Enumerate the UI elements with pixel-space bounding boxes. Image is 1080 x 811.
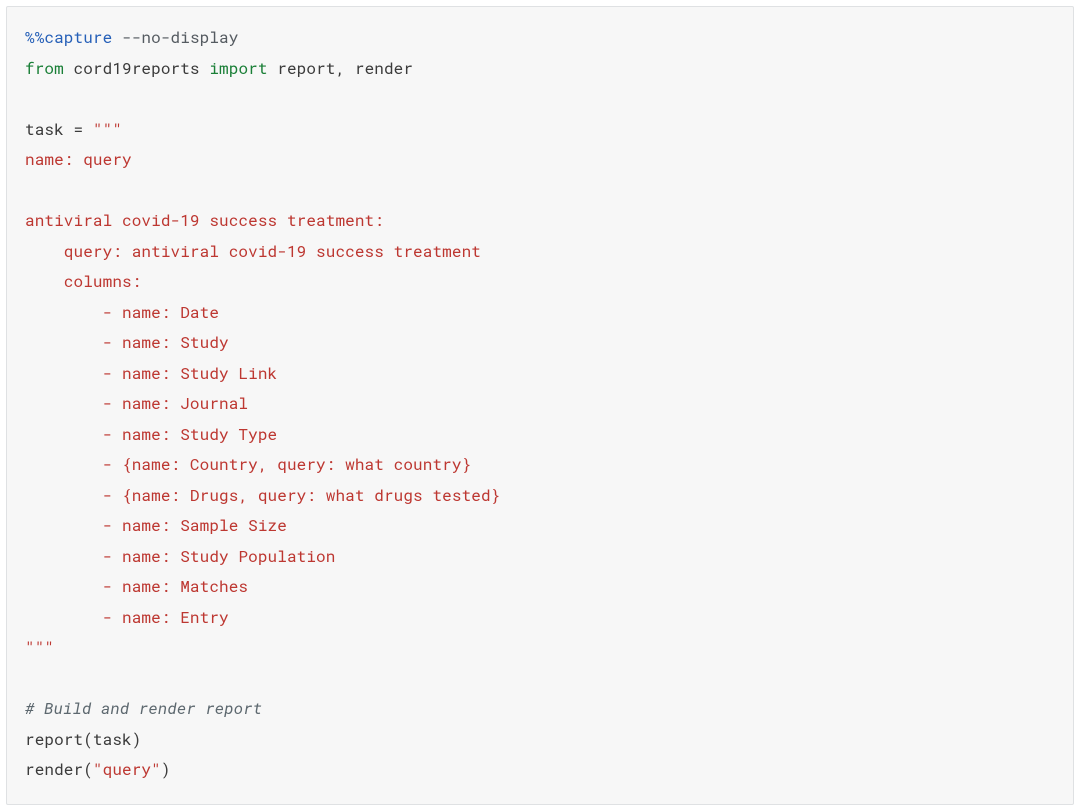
comment: # Build and render report <box>25 698 262 719</box>
arg-task: task <box>93 729 132 750</box>
magic-command: %%capture <box>25 27 112 48</box>
kw-import: import <box>209 58 267 79</box>
fn-report: report <box>25 729 83 750</box>
fn-render: render <box>25 759 83 780</box>
paren-open: ( <box>83 729 93 750</box>
var-task: task <box>25 119 64 140</box>
paren-open: ( <box>83 759 93 780</box>
paren-close: ) <box>132 729 142 750</box>
string-open: """ <box>93 119 122 140</box>
magic-arg: --no-display <box>122 27 238 48</box>
string-body: name: query antiviral covid-19 success t… <box>25 149 500 628</box>
code-cell[interactable]: %%capture --no-display from cord19report… <box>6 6 1074 805</box>
paren-close: ) <box>161 759 171 780</box>
op-eq: = <box>74 119 84 140</box>
arg-query: "query" <box>93 759 161 780</box>
module-name: cord19reports <box>74 58 200 79</box>
string-close: """ <box>25 637 54 658</box>
kw-from: from <box>25 58 64 79</box>
import-names: report, render <box>277 58 413 79</box>
